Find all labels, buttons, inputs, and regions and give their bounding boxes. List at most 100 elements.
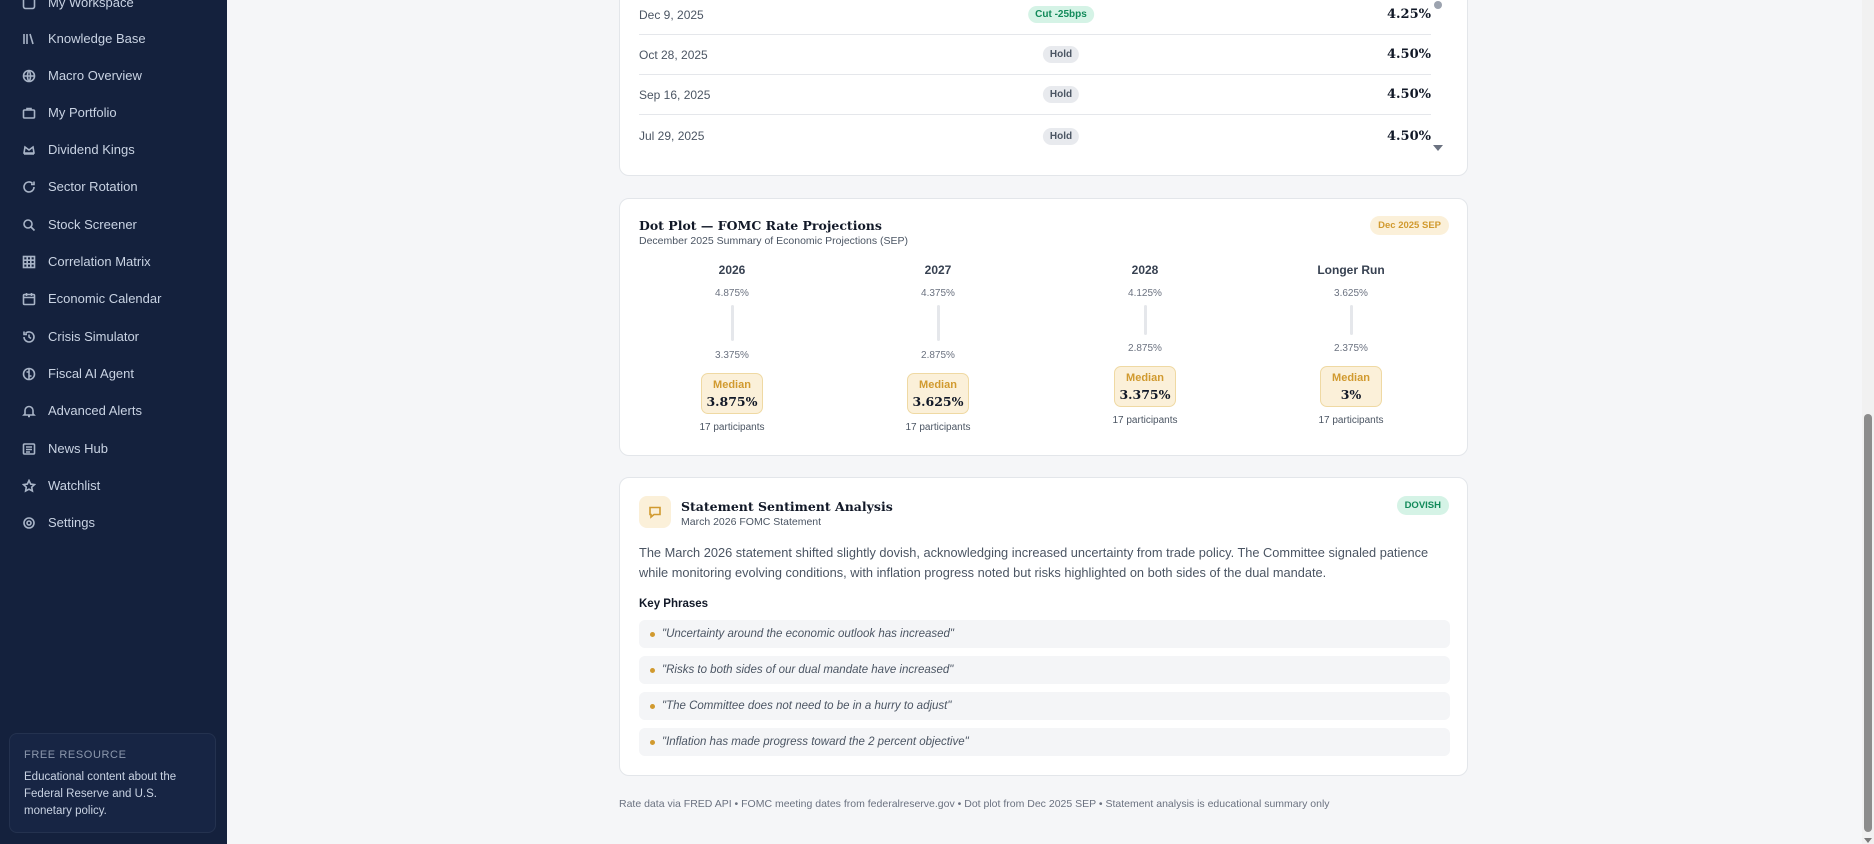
newspaper-icon [22, 442, 36, 456]
key-phrase: "Uncertainty around the economic outlook… [662, 628, 954, 640]
brain-icon [22, 367, 36, 381]
sidebar-item-my-portfolio[interactable]: My Portfolio [0, 94, 227, 131]
sidebar-item-advanced-alerts[interactable]: Advanced Alerts [0, 392, 227, 429]
sidebar-item-correlation-matrix[interactable]: Correlation Matrix [0, 243, 227, 280]
sidebar-item-my-workspace[interactable]: My Workspace [0, 0, 227, 21]
participants-count: 17 participants [699, 422, 765, 433]
projection-range-bar [731, 305, 734, 341]
sidebar-item-label: Advanced Alerts [48, 403, 142, 418]
list-item: "Uncertainty around the economic outlook… [639, 620, 1450, 648]
sidebar-item-knowledge-base[interactable]: Knowledge Base [0, 20, 227, 57]
meeting-date: Jul 29, 2025 [639, 129, 705, 143]
projection-year: Longer Run [1317, 263, 1385, 277]
meeting-date: Oct 28, 2025 [639, 47, 708, 62]
free-resource-card: FREE RESOURCE Educational content about … [9, 733, 216, 833]
median-label: Median [1126, 372, 1164, 384]
scroll-thumb[interactable] [1864, 414, 1872, 832]
sentiment-card: Statement Sentiment Analysis March 2026 … [619, 477, 1468, 776]
sidebar-item-label: Economic Calendar [48, 291, 162, 306]
sidebar-item-watchlist[interactable]: Watchlist [0, 467, 227, 504]
sidebar-item-label: Crisis Simulator [48, 329, 140, 344]
sidebar-item-news-hub[interactable]: News Hub [0, 430, 227, 467]
projection-high: 3.625% [1334, 288, 1368, 299]
list-item: "Risks to both sides of our dual mandate… [639, 656, 1450, 684]
projection-column-2026: 2026 4.875% 3.375% Median 3.875% 17 part… [657, 263, 807, 433]
sidebar-item-crisis-simulator[interactable]: Crisis Simulator [0, 318, 227, 355]
sidebar-item-stock-screener[interactable]: Stock Screener [0, 206, 227, 243]
projection-high: 4.875% [715, 288, 749, 299]
table-row: Jul 29, 2025 Hold 4.50% [639, 116, 1431, 156]
rate-value: 4.50% [1386, 47, 1431, 62]
projection-column-2028: 2028 4.125% 2.875% Median 3.375% 17 part… [1070, 263, 1220, 426]
decision-badge: Hold [1042, 127, 1080, 145]
rotate-icon [22, 180, 36, 194]
workspace-icon [22, 0, 36, 10]
dot-plot-subtitle: December 2025 Summary of Economic Projec… [639, 235, 909, 247]
sidebar-item-label: My Portfolio [48, 105, 117, 120]
decision-badge: Hold [1042, 86, 1080, 103]
bullet-icon [650, 667, 655, 673]
sidebar-item-label: Watchlist [48, 478, 101, 493]
bullet-icon [650, 739, 655, 745]
key-phrase: "The Committee does not need to be in a … [662, 700, 952, 712]
sidebar-item-settings[interactable]: Settings [0, 504, 227, 541]
promo-kicker: FREE RESOURCE [24, 749, 127, 761]
median-value: 3.625% [912, 394, 964, 409]
sidebar-item-macro-overview[interactable]: Macro Overview [0, 57, 227, 94]
key-phrase: "Inflation has made progress toward the … [662, 736, 969, 748]
footer-note: Rate data via FRED API • FOMC meeting da… [619, 798, 1330, 810]
key-phrase: "Risks to both sides of our dual mandate… [662, 664, 954, 676]
bullet-icon [650, 703, 655, 709]
median-value: 3% [1340, 387, 1362, 402]
median-box: Median 3.625% [907, 373, 969, 414]
table-scrollbar[interactable] [1432, 1, 1443, 151]
rate-value: 4.25% [1386, 7, 1431, 22]
sidebar-item-label: Stock Screener [48, 217, 137, 232]
projection-column-2027: 2027 4.375% 2.875% Median 3.625% 17 part… [863, 263, 1013, 433]
sidebar-item-label: News Hub [48, 441, 108, 456]
sidebar-item-label: Dividend Kings [48, 142, 135, 157]
briefcase-icon [22, 106, 36, 120]
median-value: 3.375% [1119, 387, 1171, 402]
projection-low: 2.375% [1334, 343, 1368, 354]
search-icon [22, 218, 36, 232]
star-icon [22, 478, 36, 493]
meeting-date: Dec 9, 2025 [639, 7, 704, 22]
scroll-down-icon[interactable] [1433, 145, 1443, 151]
sidebar-item-label: My Workspace [48, 0, 134, 10]
median-value: 3.875% [706, 394, 758, 409]
meeting-date: Sep 16, 2025 [639, 87, 711, 102]
sidebar-item-label: Sector Rotation [48, 179, 138, 194]
sidebar-item-fiscal-ai-agent[interactable]: Fiscal AI Agent [0, 355, 227, 392]
decision-badge: Hold [1042, 46, 1080, 63]
participants-count: 17 participants [1318, 415, 1384, 426]
median-box: Median 3.375% [1114, 366, 1176, 407]
page-scrollbar[interactable] [1862, 0, 1874, 844]
scroll-down-icon[interactable] [1864, 838, 1872, 843]
history-icon [22, 330, 36, 344]
decision-badge: Cut -25bps [1028, 6, 1094, 23]
table-row: Oct 28, 2025 Hold 4.50% [639, 35, 1431, 75]
sidebar-item-label: Macro Overview [48, 68, 142, 83]
promo-text: Educational content about the Federal Re… [24, 771, 177, 817]
scroll-thumb[interactable] [1434, 1, 1442, 9]
projection-range-bar [1144, 305, 1147, 335]
sidebar-item-dividend-kings[interactable]: Dividend Kings [0, 131, 227, 168]
message-icon [639, 496, 671, 528]
bell-icon [22, 404, 36, 418]
globe-icon [22, 69, 36, 83]
key-phrases-heading: Key Phrases [639, 598, 709, 610]
rate-value: 4.50% [1386, 87, 1431, 102]
sidebar-item-label: Correlation Matrix [48, 254, 151, 269]
projection-low: 3.375% [715, 350, 749, 361]
participants-count: 17 participants [1112, 415, 1178, 426]
dot-plot-card: Dot Plot — FOMC Rate Projections Decembe… [619, 198, 1468, 456]
projection-high: 4.125% [1128, 288, 1162, 299]
sidebar-item-label: Knowledge Base [48, 31, 146, 46]
calendar-icon [22, 292, 36, 306]
projection-year: 2028 [1131, 263, 1159, 277]
sidebar-item-economic-calendar[interactable]: Economic Calendar [0, 280, 227, 317]
sidebar-item-sector-rotation[interactable]: Sector Rotation [0, 168, 227, 205]
bullet-icon [650, 631, 655, 637]
library-icon [22, 32, 36, 46]
